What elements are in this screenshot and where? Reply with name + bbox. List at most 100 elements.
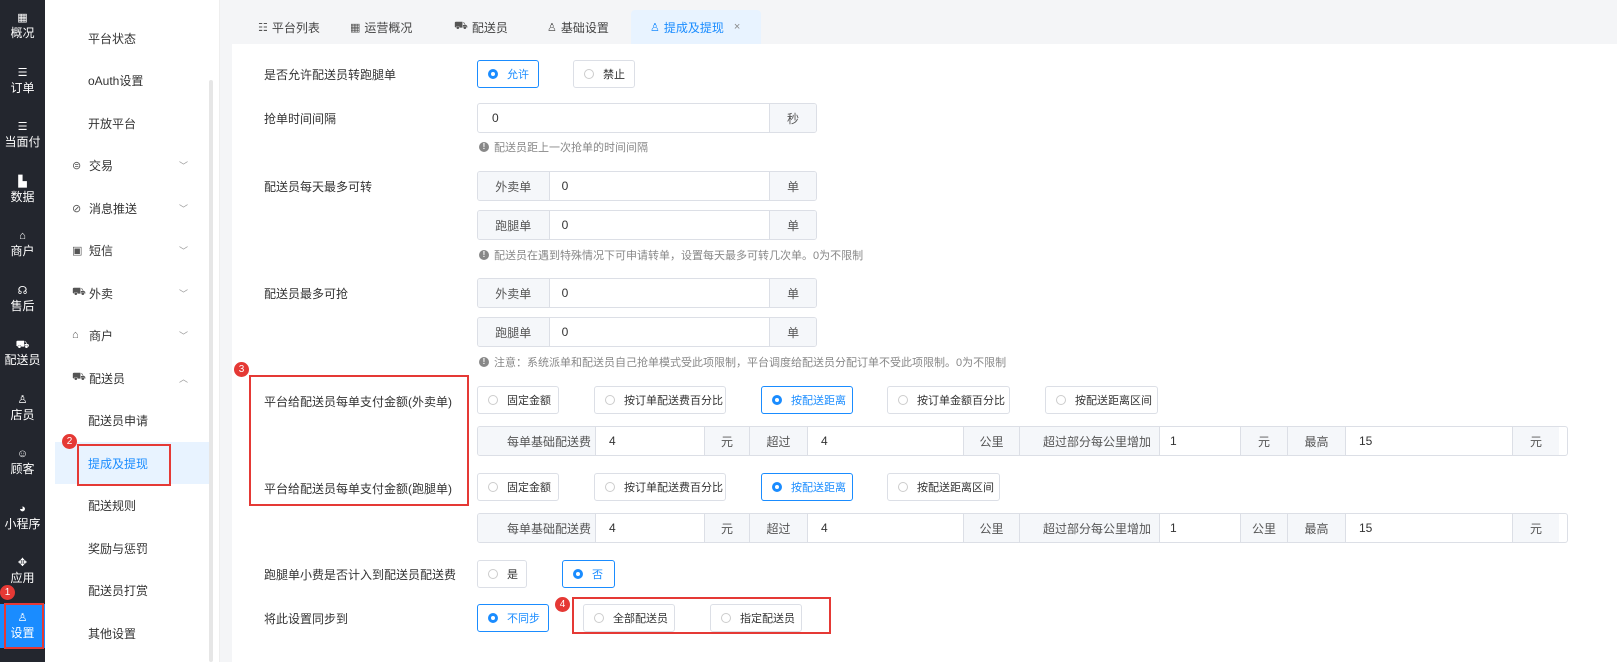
rail-label: 顾客 xyxy=(10,462,35,476)
rail-item-clerks[interactable]: ♙ 店员 xyxy=(0,383,45,433)
radio-tip-no[interactable]: 否 xyxy=(562,560,615,588)
person-icon: ♙ xyxy=(547,21,557,34)
radio-by-distance[interactable]: 按配送距离 xyxy=(761,473,853,501)
interval-input[interactable]: 0 xyxy=(478,104,770,132)
sidebar-scrollbar[interactable] xyxy=(209,80,213,662)
sidebar-item-open-platform[interactable]: 开放平台 xyxy=(45,106,210,140)
base-fee-input[interactable]: 4 xyxy=(596,427,704,455)
extra-per-km-input[interactable]: 1 xyxy=(1160,427,1240,455)
rail-item-aftersale[interactable]: ☊ 售后 xyxy=(0,274,45,324)
courier-icon: ⛟ xyxy=(72,371,86,383)
transfer-errand-input[interactable]: 0 xyxy=(550,211,770,239)
rail-label: 配送员 xyxy=(4,353,41,367)
rail-item-orders[interactable]: ☰ 订单 xyxy=(0,56,45,106)
unit-suffix: 元 xyxy=(1512,514,1559,542)
radio-specified-couriers[interactable]: 指定配送员 xyxy=(710,604,802,632)
prefix-label: 最高 xyxy=(1288,427,1346,455)
radio-all-couriers[interactable]: 全部配送员 xyxy=(583,604,675,632)
radio-dot-icon xyxy=(488,569,498,579)
tab-couriers[interactable]: ⛟ 配送员 xyxy=(454,10,508,44)
prefix-label: 超过 xyxy=(750,514,808,542)
rail-item-merchants[interactable]: ⌂ 商户 xyxy=(0,219,45,269)
base-fee-input[interactable]: 4 xyxy=(596,514,704,542)
field-label: 抢单时间间隔 xyxy=(264,112,337,126)
radio-dot-icon xyxy=(772,482,782,492)
max-fee-input[interactable]: 15 xyxy=(1346,514,1512,542)
chevron-down-icon: ﹀ xyxy=(178,288,188,299)
takeout-distance-fee-group: 每单基础配送费 4 元 超过 4 公里 超过部分每公里增加 1 元 最高 15 … xyxy=(477,426,1568,456)
grab-takeout-input[interactable]: 0 xyxy=(550,279,770,307)
prefix-label: 每单基础配送费 xyxy=(478,514,596,542)
close-icon[interactable]: × xyxy=(734,21,740,33)
radio-no-sync[interactable]: 不同步 xyxy=(477,604,549,632)
radio-tip-yes[interactable]: 是 xyxy=(477,560,527,588)
sidebar-item-label: 平台状态 xyxy=(88,31,137,46)
radio-fee-percent[interactable]: 按订单配送费百分比 xyxy=(594,386,726,414)
radio-fixed-amount[interactable]: 固定金额 xyxy=(477,386,559,414)
radio-label: 固定金额 xyxy=(507,482,551,494)
rail-item-couriers[interactable]: ⛟ 配送员 xyxy=(0,328,45,378)
rail-item-face-pay[interactable]: ☰ 当面付 xyxy=(0,110,45,160)
grab-errand-group: 跑腿单 0 单 xyxy=(477,317,817,347)
radio-dot-icon xyxy=(488,482,498,492)
rail-label: 店员 xyxy=(10,408,35,422)
over-km-input[interactable]: 4 xyxy=(808,514,963,542)
over-km-input[interactable]: 4 xyxy=(808,427,963,455)
extra-per-km-input[interactable]: 1 xyxy=(1160,514,1240,542)
field-hint: ! 配送员距上一次抢单的时间间隔 xyxy=(479,139,648,155)
sidebar-item-commission-withdraw[interactable]: 提成及提现 xyxy=(55,442,210,484)
sidebar-group-push[interactable]: ⊘ 消息推送 ﹀ xyxy=(45,191,210,225)
radio-forbid[interactable]: 禁止 xyxy=(573,60,635,88)
chevron-down-icon: ﹀ xyxy=(178,245,188,256)
rail-item-customers[interactable]: ☺ 顾客 xyxy=(0,437,45,487)
unit-suffix: 公里 xyxy=(963,427,1020,455)
radio-distance-range[interactable]: 按配送距离区间 xyxy=(887,473,1000,501)
sidebar-item-oauth[interactable]: oAuth设置 xyxy=(45,63,210,97)
radio-dot-icon xyxy=(605,395,615,405)
rail-item-miniprogram[interactable]: ◕ 小程序 xyxy=(0,492,45,542)
sidebar-item-courier-tips[interactable]: 配送员打赏 xyxy=(45,573,210,607)
transfer-takeout-input[interactable]: 0 xyxy=(550,172,770,200)
tab-platform-list[interactable]: ☷ 平台列表 xyxy=(258,10,320,44)
info-icon: ! xyxy=(479,357,489,367)
field-label: 平台给配送员每单支付金额(外卖单) xyxy=(264,395,452,409)
max-fee-input[interactable]: 15 xyxy=(1346,427,1512,455)
tab-basic-settings[interactable]: ♙ 基础设置 xyxy=(547,10,609,44)
info-icon: ! xyxy=(479,142,489,152)
tab-commission-withdraw[interactable]: ♙ 提成及提现 × xyxy=(631,10,761,44)
radio-label: 不同步 xyxy=(507,613,540,625)
sidebar-item-label: 商户 xyxy=(89,328,114,343)
grab-errand-input[interactable]: 0 xyxy=(550,318,770,346)
sidebar-group-merchant[interactable]: ⌂ 商户 ﹀ xyxy=(45,318,210,352)
rail-item-settings[interactable]: ♙ 设置 xyxy=(0,604,45,648)
rail-item-overview[interactable]: ▦ 概况 xyxy=(0,0,45,52)
sidebar-group-sms[interactable]: ▣ 短信 ﹀ xyxy=(45,233,210,267)
prefix-label: 每单基础配送费 xyxy=(478,427,596,455)
prefix-label: 跑腿单 xyxy=(478,318,550,346)
tab-operations[interactable]: ▦ 运营概况 xyxy=(350,10,412,44)
radio-amount-percent[interactable]: 按订单金额百分比 xyxy=(887,386,1010,414)
radio-dot-icon xyxy=(488,613,498,623)
sidebar-group-courier[interactable]: ⛟ 配送员 ︿ xyxy=(45,361,210,395)
rail-label: 当面付 xyxy=(4,135,41,149)
sidebar-item-other-settings[interactable]: 其他设置 xyxy=(45,616,210,650)
sidebar-item-delivery-rules[interactable]: 配送规则 xyxy=(45,488,210,522)
sidebar-item-label: 其他设置 xyxy=(88,626,137,641)
sidebar-group-trade[interactable]: ⊜ 交易 ﹀ xyxy=(45,148,210,182)
sidebar-item-courier-apply[interactable]: 配送员申请 xyxy=(45,403,210,437)
radio-fixed-amount[interactable]: 固定金额 xyxy=(477,473,559,501)
transfer-errand-group: 跑腿单 0 单 xyxy=(477,210,817,240)
radio-dot-icon xyxy=(772,395,782,405)
radio-allow[interactable]: 允许 xyxy=(477,60,539,88)
radio-distance-range[interactable]: 按配送距离区间 xyxy=(1045,386,1158,414)
radio-by-distance[interactable]: 按配送距离 xyxy=(761,386,853,414)
sidebar-item-label: 开放平台 xyxy=(88,116,137,131)
sidebar-item-reward-penalty[interactable]: 奖励与惩罚 xyxy=(45,531,210,565)
rail-item-data[interactable]: ▙ 数据 xyxy=(0,165,45,215)
step-badge: 4 xyxy=(555,597,570,612)
rail-label: 售后 xyxy=(10,299,35,313)
sidebar-item-platform-status[interactable]: 平台状态 xyxy=(45,21,210,55)
rail-label: 商户 xyxy=(10,244,35,258)
sidebar-group-takeout[interactable]: ⛟ 外卖 ﹀ xyxy=(45,276,210,310)
radio-fee-percent[interactable]: 按订单配送费百分比 xyxy=(594,473,726,501)
